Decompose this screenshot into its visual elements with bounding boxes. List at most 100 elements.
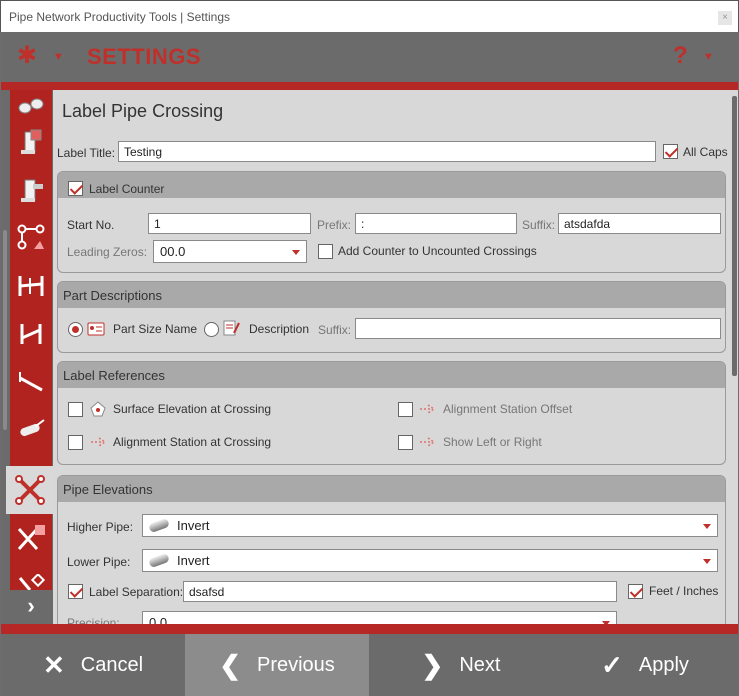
content-scrollbar[interactable] [731, 90, 738, 624]
description-label: Description [249, 322, 310, 336]
settings-panel: Label Pipe Crossing Label Title: Testing… [53, 90, 731, 624]
label-counter-checkbox[interactable] [68, 181, 83, 196]
sidebar-expand-button[interactable]: › [10, 590, 52, 624]
next-button[interactable]: ❯ Next [369, 634, 553, 696]
crossing-table-icon [17, 525, 45, 551]
sidebar-scrollbar[interactable] [3, 230, 7, 430]
cancel-label: Cancel [80, 653, 144, 676]
precision-value: 0.0 [149, 615, 168, 624]
header-accent-bar [1, 82, 738, 90]
alignment-station-offset-checkbox[interactable] [398, 402, 413, 417]
pipe-end-icon [18, 98, 44, 114]
label-separation-checkbox[interactable] [68, 584, 83, 599]
sidebar-item-slope[interactable] [10, 358, 52, 406]
help-icon[interactable]: ? [673, 42, 688, 70]
pipe-elevations-group: Pipe Elevations Higher Pipe: Invert Lowe… [57, 475, 726, 624]
help-chevron-down-icon[interactable]: ▼ [703, 51, 714, 63]
chevron-right-icon: ❯ [421, 649, 444, 680]
leading-zeros-value: 00.0 [160, 244, 186, 259]
sidebar-item-pipe-label[interactable] [10, 406, 52, 454]
chevron-down-icon[interactable]: ▼ [53, 51, 64, 63]
gear-icon[interactable]: ✱ [17, 44, 37, 68]
structure-icon [21, 179, 43, 202]
close-icon[interactable]: × [718, 11, 732, 25]
precision-label: Precision: [67, 616, 120, 624]
previous-button[interactable]: ❮ Previous [185, 634, 369, 696]
part-descriptions-group: Part Descriptions Part Size Name Descrip… [57, 281, 726, 353]
prefix-label: Prefix: [317, 218, 352, 232]
higher-pipe-value: Invert [177, 518, 210, 533]
profile-pipes-icon [18, 276, 44, 296]
cancel-button[interactable]: ✕ Cancel [1, 634, 185, 696]
sidebar-item-profile-pipes[interactable] [10, 262, 52, 310]
surface-elevation-checkbox[interactable] [68, 402, 83, 417]
leading-zeros-label: Leading Zeros: [67, 245, 148, 259]
chevron-down-icon [703, 559, 711, 564]
checkmark-icon: ✓ [601, 649, 623, 680]
part-size-name-radio[interactable] [68, 322, 83, 337]
id-card-icon [87, 322, 105, 336]
suffix-label: Suffix: [522, 218, 556, 232]
feet-inches-label: Feet / Inches [649, 584, 719, 598]
sidebar-item-crossing-table[interactable] [10, 514, 52, 562]
label-counter-title: Label Counter [89, 182, 165, 196]
leading-zeros-select[interactable]: 00.0 [153, 240, 307, 263]
slope-icon [19, 372, 43, 392]
part-size-name-label: Part Size Name [113, 322, 198, 336]
next-label: Next [459, 653, 501, 676]
alignment-station-offset-label: Alignment Station Offset [443, 402, 573, 416]
label-title-input[interactable]: Testing [118, 141, 656, 162]
chevron-down-icon [703, 524, 711, 529]
sidebar-item-structure-cap[interactable] [10, 118, 52, 166]
label-references-group: Label References Surface Elevation at Cr… [57, 361, 726, 465]
apply-label: Apply [638, 653, 689, 676]
close-icon: ✕ [42, 649, 65, 680]
add-counter-label: Add Counter to Uncounted Crossings [338, 244, 537, 258]
part-descriptions-title: Part Descriptions [63, 288, 162, 303]
apply-button[interactable]: ✓ Apply [553, 634, 737, 696]
window-title: Pipe Network Productivity Tools | Settin… [9, 10, 230, 24]
suffix-input[interactable]: atsdafda [558, 213, 721, 234]
scrollbar-thumb[interactable] [732, 96, 737, 376]
document-edit-icon [223, 320, 240, 336]
page-title: Label Pipe Crossing [62, 101, 224, 121]
part-description-suffix-input[interactable] [355, 318, 721, 339]
settings-header: ✱ ▼ SETTINGS ? ▼ [1, 32, 738, 82]
precision-select[interactable]: 0.0 [142, 611, 617, 624]
footer-bar: ✕ Cancel ❮ Previous ❯ Next ✓ Apply [1, 634, 738, 696]
left-right-icon [420, 437, 436, 447]
description-radio[interactable] [204, 322, 219, 337]
start-no-input[interactable]: 1 [148, 213, 311, 234]
page-header-title: SETTINGS [87, 44, 202, 69]
lower-pipe-select[interactable]: Invert [142, 549, 718, 572]
sidebar-item-structure[interactable] [10, 166, 52, 214]
surface-elevation-icon [90, 401, 106, 417]
sidebar-item-network-nodes[interactable] [10, 214, 52, 262]
pipe-crossing-icon [15, 475, 45, 505]
sidebar-item-pipe-crossing[interactable] [6, 466, 54, 514]
add-counter-checkbox[interactable] [318, 244, 333, 259]
higher-pipe-label: Higher Pipe: [67, 520, 134, 534]
label-counter-group: Label Counter Start No. 1 Prefix: : Suff… [57, 171, 726, 273]
pipe-elevations-title: Pipe Elevations [63, 482, 153, 497]
prefix-input[interactable]: : [355, 213, 517, 234]
show-left-right-checkbox[interactable] [398, 435, 413, 450]
chevron-left-icon: ❮ [219, 649, 241, 680]
all-caps-checkbox[interactable] [663, 144, 678, 159]
alignment-station-checkbox[interactable] [68, 435, 83, 450]
previous-label: Previous [256, 653, 335, 676]
alignment-offset-icon [420, 404, 436, 414]
higher-pipe-select[interactable]: Invert [142, 514, 718, 537]
network-nodes-icon [17, 224, 45, 250]
structure-cap-icon [21, 129, 42, 154]
label-separation-input[interactable]: dsafsd [183, 581, 617, 602]
label-separation-label: Label Separation: [89, 585, 184, 599]
pipe-icon [148, 552, 170, 569]
profile-structures-icon [20, 324, 42, 344]
feet-inches-checkbox[interactable] [628, 584, 643, 599]
label-title-label: Label Title: [57, 146, 116, 160]
window-titlebar: Pipe Network Productivity Tools | Settin… [0, 0, 739, 32]
chevron-down-icon [292, 250, 300, 255]
surface-elevation-label: Surface Elevation at Crossing [113, 402, 272, 416]
sidebar-item-profile-structures[interactable] [10, 310, 52, 358]
